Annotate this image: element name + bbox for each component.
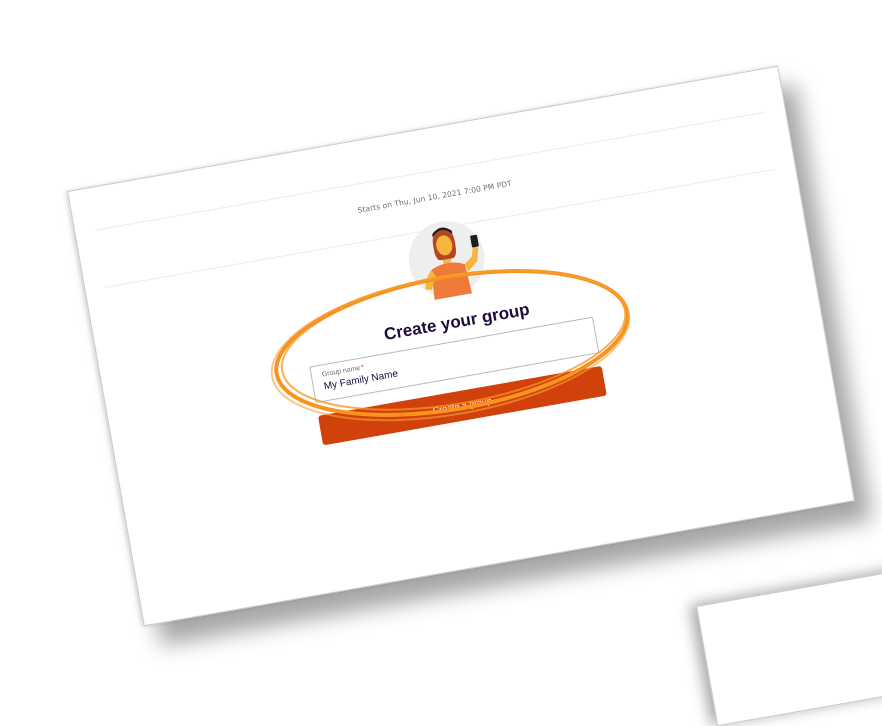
top-divider bbox=[95, 111, 766, 231]
required-marker: * bbox=[360, 364, 365, 372]
person-illustration-icon bbox=[408, 221, 485, 300]
background-card bbox=[696, 565, 882, 726]
group-creation-card: Starts on Thu, Jun 10, 2021 7:00 PM PDT … bbox=[67, 65, 855, 627]
